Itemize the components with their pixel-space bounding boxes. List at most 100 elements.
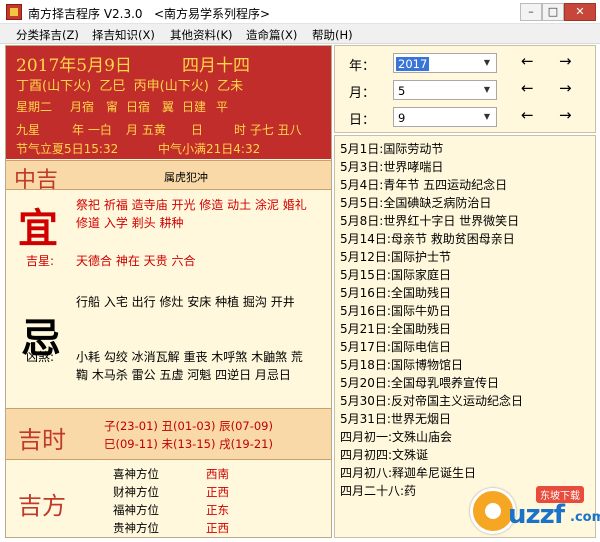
menu-other-info[interactable]: 其他资料(K) — [170, 27, 233, 43]
ganzhi: 丁酉(山下火) 乙巳 丙申(山下火) 乙未 — [16, 79, 244, 94]
month-select[interactable]: 5 ▼ — [393, 80, 497, 100]
watermark-logo: uzzf 东坡下载 .com — [470, 486, 600, 538]
xiongsha-label: 凶煞: — [26, 350, 55, 364]
direction-label: 福神方位 — [113, 503, 159, 517]
menu-zaoming[interactable]: 造命篇(X) — [246, 27, 297, 43]
jieqi-prev: 节气立夏5日15:32 — [16, 142, 119, 156]
lucky-hours-row: 吉时 子(23-01) 丑(01-03) 辰(07-09) 巳(09-11) 未… — [6, 408, 331, 460]
day-value: 9 — [398, 111, 406, 125]
month-prev-button[interactable]: ← — [521, 79, 534, 97]
year-next-button[interactable]: → — [559, 52, 572, 70]
title-bar: 南方择吉程序 V2.3.0 <南方易学系列程序> – □ ✕ — [0, 0, 600, 24]
list-item: 5月16日:国际牛奶日 — [340, 304, 451, 318]
direction-label: 财神方位 — [113, 485, 159, 499]
day-label: 日： — [349, 113, 376, 128]
day-detail-panel: 2017年5月9日 四月十四 丁酉(山下火) 乙巳 丙申(山下火) 乙未 星期二… — [5, 45, 332, 538]
jishen-label: 吉星: — [26, 254, 55, 268]
list-item: 5月8日:世界红十字日 世界微笑日 — [340, 214, 520, 228]
list-item: 5月18日:国际博物馆日 — [340, 358, 463, 372]
xiongsha-line-2: 鞫 木马杀 雷公 五虚 河魁 四逆日 月忌日 — [76, 368, 291, 382]
yi-char: 宜 — [18, 205, 58, 252]
list-item: 5月30日:反对帝国主义运动纪念日 — [340, 394, 523, 408]
lunar-date: 四月十四 — [182, 56, 250, 76]
day-xiu-label: 日宿 — [126, 100, 151, 114]
list-item: 5月31日:世界无烟日 — [340, 412, 451, 426]
menu-category-select[interactable]: 分类择吉(Z) — [16, 27, 79, 43]
hour-star: 时 子七 丑八 — [234, 123, 302, 137]
conflict-text: 属虎犯冲 — [164, 171, 208, 184]
direction-label: 贵神方位 — [113, 521, 159, 535]
yi-line-2: 修道 入学 剃头 耕种 — [76, 216, 184, 230]
rijian-label: 日建 — [182, 100, 207, 114]
lucky-hours-line-2: 巳(09-11) 未(13-15) 戌(19-21) — [104, 437, 273, 451]
list-item: 四月初四:文殊诞 — [340, 448, 429, 462]
month-label: 月： — [349, 86, 376, 101]
list-item: 5月16日:全国助残日 — [340, 286, 451, 300]
menu-bar: 分类择吉(Z) 择吉知识(X) 其他资料(K) 造命篇(X) 帮助(H) — [0, 24, 600, 44]
year-value: 2017 — [396, 57, 430, 71]
maximize-button[interactable]: □ — [542, 3, 564, 21]
app-icon — [6, 4, 22, 20]
list-item: 5月3日:世界哮喘日 — [340, 160, 444, 174]
watermark-suffix: .com — [570, 510, 600, 525]
watermark-badge: 东坡下载 — [536, 486, 584, 503]
list-item: 5月5日:全国碘缺乏病防治日 — [340, 196, 492, 210]
jiuxing-label: 九星 — [16, 123, 41, 137]
list-item: 四月二十八:药 — [340, 484, 417, 498]
lucky-hours-line-1: 子(23-01) 丑(01-03) 辰(07-09) — [104, 419, 273, 433]
close-button[interactable]: ✕ — [564, 3, 596, 21]
day-xiu: 翼 — [162, 100, 175, 114]
window-title: 南方择吉程序 V2.3.0 <南方易学系列程序> — [28, 7, 271, 21]
chevron-down-icon: ▼ — [483, 112, 491, 121]
chevron-down-icon: ▼ — [483, 58, 491, 67]
solar-date: 2017年5月9日 — [16, 56, 132, 76]
month-next-button[interactable]: → — [559, 79, 572, 97]
date-header: 2017年5月9日 四月十四 丁酉(山下火) 乙巳 丙申(山下火) 乙未 星期二… — [6, 46, 331, 159]
list-item: 四月初一:文殊山庙会 — [340, 430, 453, 444]
menu-help[interactable]: 帮助(H) — [312, 27, 353, 43]
day-quality: 中吉 — [14, 168, 59, 193]
day-quality-row: 中吉 属虎犯冲 — [6, 160, 331, 193]
list-item: 5月12日:国际护士节 — [340, 250, 451, 264]
day-next-button[interactable]: → — [559, 106, 572, 124]
year-select[interactable]: 2017 ▼ — [393, 53, 497, 73]
menu-knowledge[interactable]: 择吉知识(X) — [92, 27, 155, 43]
month-xiu-label: 月宿 — [70, 100, 95, 114]
day-prev-button[interactable]: ← — [521, 106, 534, 124]
list-item: 5月1日:国际劳动节 — [340, 142, 444, 156]
list-item: 5月20日:全国母乳喂养宣传日 — [340, 376, 499, 390]
lucky-directions-title: 吉方 — [18, 492, 66, 520]
year-prev-button[interactable]: ← — [521, 52, 534, 70]
rijian: 平 — [216, 100, 229, 114]
direction-value: 西南 — [206, 467, 229, 481]
ji-line-1: 行船 入宅 出行 修灶 安床 种植 掘沟 开井 — [76, 295, 295, 309]
direction-value: 正东 — [206, 503, 229, 517]
xiongsha-line-1: 小耗 勾绞 冰消瓦解 重丧 木呼煞 木鼬煞 荒 — [76, 350, 303, 364]
minimize-button[interactable]: – — [520, 3, 542, 21]
watermark-text: uzzf — [508, 500, 565, 530]
jishen: 天德合 神在 天贵 六合 — [76, 254, 196, 268]
day-star: 日 — [191, 123, 204, 137]
festival-list[interactable]: 5月1日:国际劳动节 5月3日:世界哮喘日 5月4日:青年节 五四运动纪念日 5… — [334, 135, 596, 538]
weekday: 星期二 — [16, 100, 53, 114]
list-item: 5月14日:母亲节 救助贫困母亲日 — [340, 232, 515, 246]
list-item: 5月17日:国际电信日 — [340, 340, 451, 354]
list-item: 5月15日:国际家庭日 — [340, 268, 451, 282]
direction-value: 正西 — [206, 521, 229, 535]
date-selector-panel: 年： 2017 ▼ ← → 月： 5 ▼ ← → 日： 9 ▼ ← → 5月1日… — [334, 45, 596, 538]
month-xiu: 甯 — [106, 100, 119, 114]
direction-value: 正西 — [206, 485, 229, 499]
list-item: 四月初八:释迦牟尼诞生日 — [340, 466, 477, 480]
date-selectors: 年： 2017 ▼ ← → 月： 5 ▼ ← → 日： 9 ▼ ← → — [334, 45, 596, 133]
yi-line-1: 祭祀 祈福 造寺庙 开光 修造 动土 涂泥 婚礼 — [76, 198, 307, 212]
chevron-down-icon: ▼ — [483, 85, 491, 94]
year-star: 年 一白 — [72, 123, 112, 137]
lucky-hours-title: 吉时 — [18, 426, 66, 454]
month-star: 月 五黄 — [126, 123, 166, 137]
direction-label: 喜神方位 — [113, 467, 159, 481]
list-item: 5月4日:青年节 五四运动纪念日 — [340, 178, 508, 192]
jieqi-next: 中气小满21日4:32 — [158, 142, 261, 156]
month-value: 5 — [398, 84, 406, 98]
year-label: 年： — [349, 59, 376, 74]
day-select[interactable]: 9 ▼ — [393, 107, 497, 127]
